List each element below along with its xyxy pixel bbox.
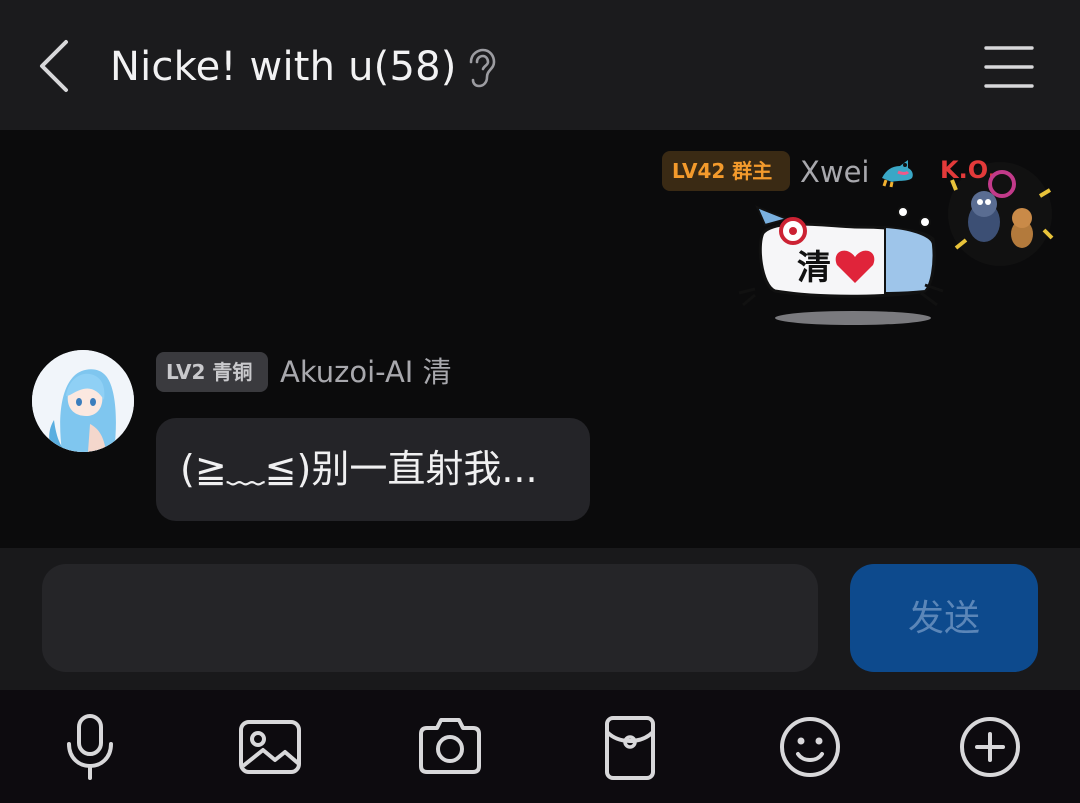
ear-icon[interactable] bbox=[466, 48, 496, 88]
plus-circle-icon bbox=[960, 717, 1020, 777]
red-packet-button[interactable] bbox=[585, 702, 675, 792]
avatar[interactable]: K.O. bbox=[936, 150, 1054, 268]
message-input[interactable] bbox=[42, 564, 818, 672]
message-list[interactable]: LV42 群主 Xwei 清 K.O. LV2 青铜 Akuzoi-AI 清 (… bbox=[0, 130, 1080, 548]
menu-button[interactable] bbox=[982, 40, 1036, 94]
microphone-icon bbox=[67, 714, 113, 780]
plus-button[interactable] bbox=[945, 702, 1035, 792]
hamburger-menu-icon bbox=[984, 46, 1034, 88]
emoji-icon bbox=[780, 717, 840, 777]
sender-name[interactable]: Akuzoi-AI 清 bbox=[280, 350, 452, 394]
chat-title[interactable]: Nicke! with u(58) bbox=[110, 40, 457, 94]
sender-name[interactable]: Xwei bbox=[800, 150, 869, 194]
dragon-icon bbox=[878, 152, 916, 188]
input-toolbar bbox=[0, 690, 1080, 803]
sticker-text: 清 bbox=[797, 248, 831, 288]
level-badge-owner: LV42 群主 bbox=[662, 151, 790, 191]
message-bubble[interactable]: (≧﹏≦)别一直射我... bbox=[156, 418, 590, 521]
red-packet-icon bbox=[605, 716, 655, 780]
sticker-image[interactable]: 清 bbox=[735, 205, 945, 330]
chat-header: Nicke! with u(58) bbox=[0, 0, 1080, 130]
avatar[interactable] bbox=[32, 350, 134, 452]
avatar-ko-text: K.O. bbox=[940, 156, 997, 184]
level-badge: LV2 青铜 bbox=[156, 352, 268, 392]
chevron-left-icon bbox=[40, 40, 68, 92]
camera-icon bbox=[419, 718, 481, 774]
image-button[interactable] bbox=[225, 702, 315, 792]
image-icon bbox=[239, 720, 301, 774]
composer: 发送 bbox=[0, 548, 1080, 690]
emoji-button[interactable] bbox=[765, 702, 855, 792]
send-button[interactable]: 发送 bbox=[850, 564, 1038, 672]
microphone-button[interactable] bbox=[45, 702, 135, 792]
back-button[interactable] bbox=[28, 34, 88, 98]
camera-button[interactable] bbox=[405, 702, 495, 792]
